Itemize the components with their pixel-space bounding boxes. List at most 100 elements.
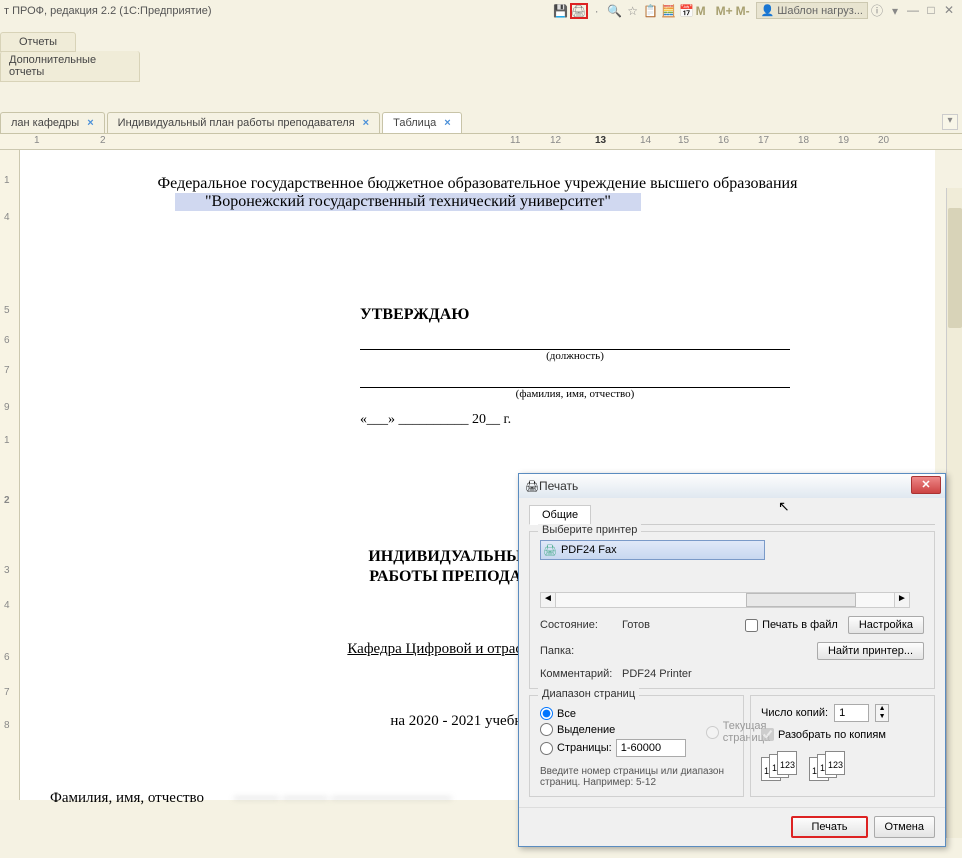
range-pages-radio[interactable] xyxy=(540,742,553,755)
fio-value: ——— ——— ———————— xyxy=(234,790,452,807)
copies-spinner[interactable]: ▲▼ xyxy=(875,704,889,722)
save-icon[interactable]: 💾 xyxy=(552,3,570,19)
printer-group: Выберите принтер 🖨 PDF24 Fax ◄ ► Состоян… xyxy=(529,531,935,689)
institution-line2: "Воронежский государственный технический… xyxy=(175,193,641,211)
find-printer-button[interactable]: Найти принтер... xyxy=(817,642,924,660)
close-button[interactable]: ✕ xyxy=(940,3,958,19)
range-selection-radio[interactable]: Выделение xyxy=(540,723,686,736)
collate-checkbox[interactable]: Разобрать по копиям xyxy=(761,728,924,741)
ruler-mark: 17 xyxy=(758,135,769,146)
date-line: «___» __________ 20__ г. xyxy=(360,412,905,428)
range-title: Диапазон страниц xyxy=(538,688,639,700)
range-pages-label: Страницы: xyxy=(557,742,612,754)
fio-line[interactable] xyxy=(360,370,790,388)
tab-individual-plan[interactable]: Индивидуальный план работы преподавателя… xyxy=(107,112,380,133)
app-titlebar: т ПРОФ, редакция 2.2 (1С:Предприятие) 💾 … xyxy=(0,0,962,22)
printer-name: PDF24 Fax xyxy=(561,544,617,556)
toolbar-icons: 💾 🖨 · 🔍 ☆ 📋 🧮 📅 M M+ M- 👤Шаблон нагруз..… xyxy=(552,2,958,19)
approve-block: УТВЕРЖДАЮ (должность) (фамилия, имя, отч… xyxy=(360,306,905,428)
mminus-button[interactable]: M- xyxy=(736,4,756,18)
scroll-left-icon[interactable]: ◄ xyxy=(540,592,556,608)
tab-label: Индивидуальный план работы преподавателя xyxy=(118,117,355,129)
row-ruler: 1 4 5 6 7 9 1 2 3 4 6 7 8 xyxy=(0,150,20,800)
dialog-titlebar[interactable]: 🖨 Печать ✕ xyxy=(519,474,945,498)
ruler-mark: 2 xyxy=(100,135,106,146)
clipboard-icon[interactable]: 📋 xyxy=(642,3,660,19)
dialog-footer: Печать Отмена xyxy=(519,807,945,846)
state-value: Готов xyxy=(622,619,650,631)
settings-button[interactable]: Настройка xyxy=(848,616,924,634)
ruler-mark: 1 xyxy=(34,135,40,146)
print-dialog: 🖨 Печать ✕ Общие Выберите принтер 🖨 PDF2… xyxy=(518,473,946,847)
reports-button[interactable]: Отчеты xyxy=(0,32,76,52)
printer-icon: 🖨 xyxy=(525,480,539,493)
favorite-icon[interactable]: ☆ xyxy=(624,3,642,19)
tab-dropdown-button[interactable]: ▾ xyxy=(942,114,958,130)
calc-icon[interactable]: 🧮 xyxy=(660,3,678,19)
copies-input[interactable] xyxy=(834,704,869,722)
position-line[interactable] xyxy=(360,332,790,350)
help-icon[interactable]: ⓘ xyxy=(868,3,886,19)
dialog-tab-general[interactable]: Общие xyxy=(529,505,591,525)
collate-illustration: 123123123 123123123 xyxy=(761,751,924,783)
fio-hint: (фамилия, имя, отчество) xyxy=(360,388,790,400)
comment-label: Комментарий: xyxy=(540,668,612,680)
maximize-button[interactable]: □ xyxy=(922,3,940,19)
range-hint: Введите номер страницы или диапазон стра… xyxy=(540,766,733,788)
folder-label: Папка: xyxy=(540,645,612,657)
scroll-thumb[interactable] xyxy=(746,593,856,607)
vertical-scrollbar[interactable] xyxy=(946,188,962,838)
search-icon[interactable]: 🔍 xyxy=(606,3,624,19)
ruler-mark: 19 xyxy=(838,135,849,146)
app-title: т ПРОФ, редакция 2.2 (1С:Предприятие) xyxy=(4,5,212,17)
spinner-up-icon[interactable]: ▲ xyxy=(876,705,888,713)
copies-label: Число копий: xyxy=(761,707,828,719)
additional-reports-button[interactable]: Дополнительные отчеты xyxy=(0,51,140,82)
cancel-button[interactable]: Отмена xyxy=(874,816,935,838)
range-all-radio[interactable]: Все xyxy=(540,707,686,720)
menu-area: Отчеты Дополнительные отчеты xyxy=(0,32,962,110)
dialog-title: Печать xyxy=(539,479,578,493)
scroll-track[interactable] xyxy=(556,592,894,608)
ruler-mark: 20 xyxy=(878,135,889,146)
choose-printer-label: Выберите принтер xyxy=(538,524,641,536)
ruler-mark: 11 xyxy=(510,135,520,146)
dropdown-icon[interactable]: ▾ xyxy=(886,3,904,19)
institution-line1: Федеральное государственное бюджетное об… xyxy=(50,175,905,193)
ruler-mark: 14 xyxy=(640,135,651,146)
tab-close-icon[interactable]: × xyxy=(444,117,450,129)
print-to-file-checkbox[interactable]: Печать в файл xyxy=(745,619,838,632)
tab-close-icon[interactable]: × xyxy=(87,117,93,129)
separator: · xyxy=(588,3,606,19)
ruler-mark: 18 xyxy=(798,135,809,146)
position-hint: (должность) xyxy=(360,350,790,362)
scroll-right-icon[interactable]: ► xyxy=(894,592,910,608)
ruler-mark: 15 xyxy=(678,135,689,146)
m-button[interactable]: M xyxy=(696,4,716,18)
minimize-button[interactable]: — xyxy=(904,3,922,19)
tab-plan-kafedry[interactable]: лан кафедры × xyxy=(0,112,105,133)
pages-input[interactable] xyxy=(616,739,686,757)
tab-table[interactable]: Таблица × xyxy=(382,112,462,133)
printer-item-icon: 🖨 xyxy=(543,544,557,557)
dialog-close-button[interactable]: ✕ xyxy=(911,476,941,494)
print-icon[interactable]: 🖨 xyxy=(570,3,588,19)
printer-hscrollbar[interactable]: ◄ ► xyxy=(540,592,910,608)
printer-list-item[interactable]: 🖨 PDF24 Fax xyxy=(540,540,765,560)
calendar-icon[interactable]: 📅 xyxy=(678,3,696,19)
scroll-thumb[interactable] xyxy=(948,208,962,328)
spinner-down-icon[interactable]: ▼ xyxy=(876,713,888,721)
tab-close-icon[interactable]: × xyxy=(363,117,369,129)
dialog-tabs: Общие xyxy=(529,504,935,525)
template-button[interactable]: 👤Шаблон нагруз... xyxy=(756,2,868,19)
comment-value: PDF24 Printer xyxy=(622,668,692,680)
approve-title: УТВЕРЖДАЮ xyxy=(360,306,905,324)
mplus-button[interactable]: M+ xyxy=(716,4,736,18)
user-icon: 👤 xyxy=(761,4,775,17)
copies-group: Число копий: ▲▼ Разобрать по копиям 1231… xyxy=(750,695,935,797)
print-to-file-check[interactable] xyxy=(745,619,758,632)
print-button[interactable]: Печать xyxy=(791,816,867,838)
fio-label: Фамилия, имя, отчество xyxy=(50,790,204,807)
ruler-mark: 16 xyxy=(718,135,729,146)
ruler-mark: 13 xyxy=(595,135,606,146)
